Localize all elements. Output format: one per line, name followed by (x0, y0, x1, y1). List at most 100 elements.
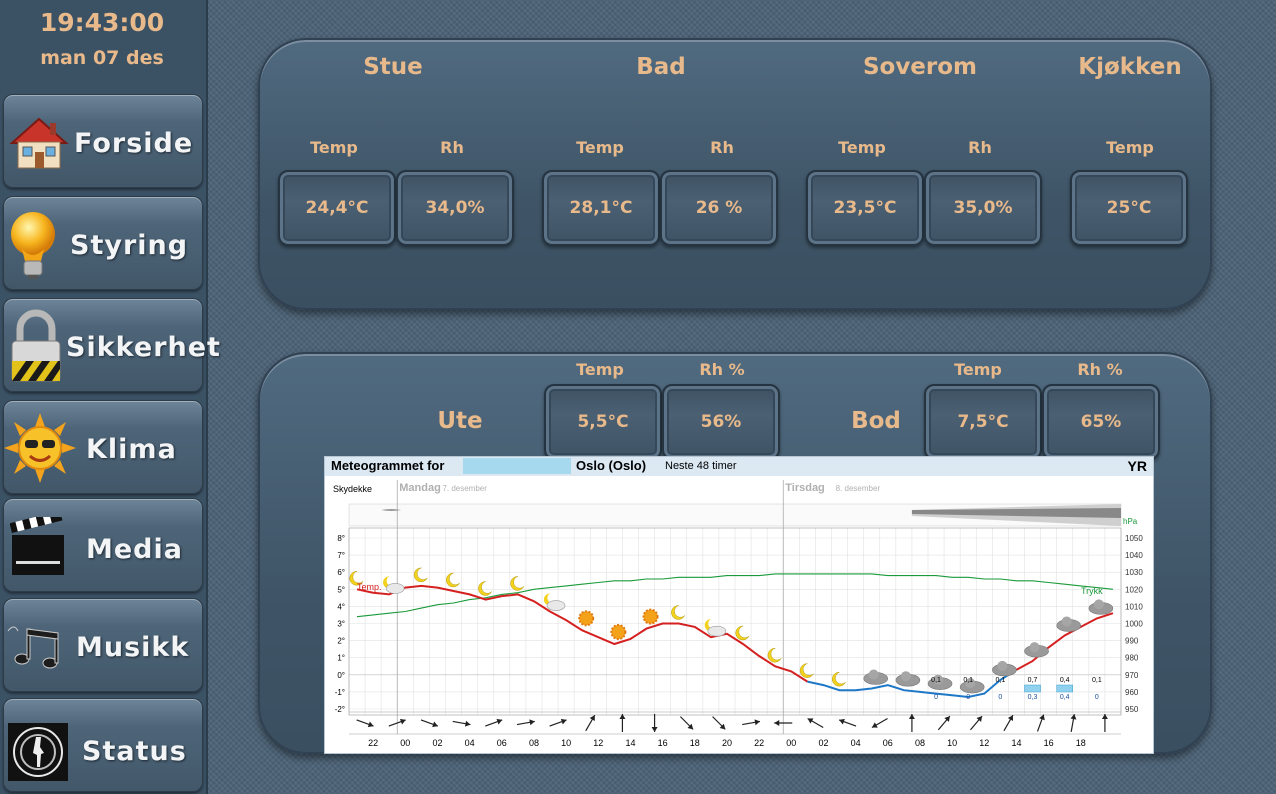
precip-bar (1024, 684, 1041, 693)
moon-icon (831, 671, 846, 687)
bad-temp-value[interactable]: 28,1°C (542, 170, 660, 246)
stue-temp-value[interactable]: 24,4°C (278, 170, 396, 246)
x-tick-label: 08 (915, 738, 925, 748)
wind-arrow (651, 714, 658, 732)
ute-temp-value[interactable]: 5,5°C (544, 384, 662, 460)
wind-arrow (807, 717, 824, 729)
moon-icon (478, 581, 492, 596)
precip-label: 0,1 (963, 677, 973, 684)
nav-media-button[interactable]: Media (3, 498, 203, 592)
x-tick-label: 04 (851, 738, 861, 748)
room-name-stue: Stue (363, 54, 423, 80)
bad-rh-value[interactable]: 26 % (660, 170, 778, 246)
wind-arrow (908, 714, 915, 732)
meteogram-location: Oslo (Oslo) (576, 458, 647, 473)
y-tick-left: -2° (335, 705, 345, 714)
house-icon (9, 117, 69, 169)
precipitation-labels: 0,1 0 0,1 0 0,1 0 0,7 0,3 0,4 0,4 0,1 0 (931, 677, 1102, 701)
x-tick-label: 00 (400, 738, 410, 748)
wind-arrow (619, 714, 626, 732)
y-tick-right: 960 (1125, 688, 1139, 697)
cloud-icon (868, 669, 879, 680)
wind-arrow (937, 715, 951, 731)
wind-arrow (485, 718, 503, 727)
x-tick-label: 14 (625, 738, 635, 748)
x-tick-label: 18 (690, 738, 700, 748)
y-tick-right: 1050 (1125, 534, 1143, 543)
clapperboard-icon (10, 517, 64, 575)
room-name-soverom: Soverom (862, 54, 978, 80)
temp-label: Temp (954, 360, 1002, 379)
temperature-line-above-zero (356, 584, 808, 683)
chart-grid (348, 503, 1122, 735)
sun-icon (610, 624, 627, 641)
cloud-cover-label: Skydekke (333, 484, 372, 494)
wind-arrow (585, 714, 596, 732)
y-tick-left: 4° (337, 602, 345, 611)
room-name-kjokken: Kjøkken (1078, 54, 1182, 80)
cloud-icon (900, 671, 911, 682)
nav-styring-button[interactable]: Styring (3, 196, 203, 290)
day-date: 8. desember (836, 484, 881, 493)
sun-icon (4, 413, 76, 483)
wind-arrow-head (807, 718, 814, 724)
sun-icon (642, 608, 659, 625)
y-tick-left: 2° (337, 637, 345, 646)
wind-arrow-head (774, 720, 780, 726)
wind-arrow-head (399, 718, 406, 725)
temp-label: Temp (576, 138, 624, 157)
meteogram-header: Meteogrammet for Oslo (Oslo) Neste 48 ti… (325, 457, 1153, 476)
rh-label: Rh (968, 138, 992, 157)
moon-icon (735, 625, 750, 641)
stue-rh-value[interactable]: 34,0% (396, 170, 514, 246)
kjokken-temp-value[interactable]: 25°C (1070, 170, 1188, 246)
soverom-temp-value[interactable]: 23,5°C (806, 170, 924, 246)
soverom-rh-value[interactable]: 35,0% (924, 170, 1042, 246)
moon-icon (799, 663, 814, 678)
y-tick-labels: 8° 7° 6° 5° 4° 3° 2° 1° 0° -1° -2° 1050 1040 1030 1020… (335, 534, 1144, 714)
weather-icons (349, 567, 1114, 694)
cloud-icon (1061, 616, 1072, 627)
nav-label: Klima (86, 434, 177, 465)
y-tick-right: 990 (1125, 637, 1139, 646)
nav-forside-button[interactable]: Forside (3, 94, 203, 188)
x-tick-labels: 22 00 02 04 06 08 10 12 14 16 18 20 22 00 02 04 06 08 10 12… (368, 738, 1086, 748)
precip-lower-label: 0,3 (1028, 694, 1038, 701)
wind-arrow-head (871, 722, 878, 728)
nav-label: Status (82, 736, 187, 767)
pressure-unit-label: hPa (1123, 517, 1138, 526)
y-tick-left: 3° (337, 620, 345, 629)
location-field[interactable] (463, 458, 571, 474)
x-tick-label: 08 (529, 738, 539, 748)
nav-label: Sikkerhet (66, 332, 221, 363)
nav-klima-button[interactable]: Klima (3, 400, 203, 494)
temp-label: Temp (310, 138, 358, 157)
x-tick-label: 10 (947, 738, 957, 748)
x-tick-label: 20 (722, 738, 732, 748)
ute-rh-value[interactable]: 56% (662, 384, 780, 460)
x-tick-label: 16 (1044, 738, 1054, 748)
x-tick-label: 06 (497, 738, 507, 748)
y-tick-right: 1040 (1125, 551, 1143, 560)
ute-label: Ute (437, 408, 483, 434)
wind-arrow (742, 719, 761, 726)
sidebar: 19:43:00 man 07 des Forside Styring Sikk… (0, 0, 220, 794)
y-tick-right: 1000 (1125, 620, 1143, 629)
bod-rh-value[interactable]: 65% (1042, 384, 1160, 460)
wind-arrow-head (839, 718, 845, 725)
nav-status-button[interactable]: Status (3, 698, 203, 792)
x-tick-label: 22 (368, 738, 378, 748)
y-tick-left: 7° (337, 551, 345, 560)
pressure-series-label: Trykk (1081, 586, 1103, 596)
nav-sikkerhet-button[interactable]: Sikkerhet (3, 298, 220, 392)
day-label: Tirsdag (785, 482, 825, 494)
moon-icon (767, 647, 782, 663)
clock: 19:43:00 man 07 des (0, 2, 204, 90)
nav-musikk-button[interactable]: Musikk (3, 598, 203, 692)
cloud-icon (707, 625, 727, 637)
bod-temp-value[interactable]: 7,5°C (924, 384, 1042, 460)
precip-label: 0,4 (1060, 677, 1070, 684)
padlock-icon (11, 309, 61, 382)
precip-lower-label: 0 (998, 694, 1002, 701)
x-tick-label: 14 (1011, 738, 1021, 748)
